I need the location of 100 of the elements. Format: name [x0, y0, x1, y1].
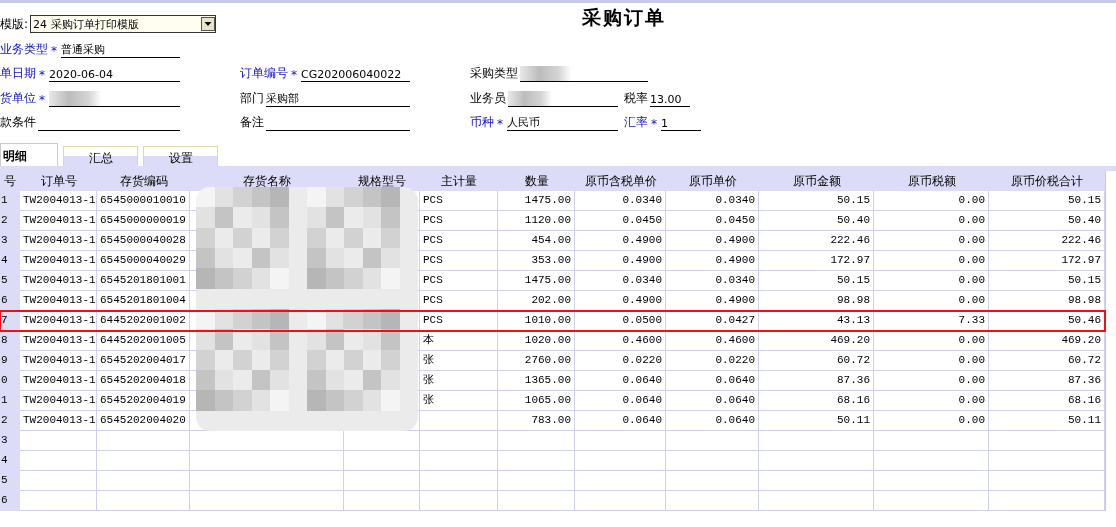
table-cell: 6545201801004 — [97, 291, 190, 311]
column-header[interactable]: 规格型号 — [344, 171, 420, 191]
table-cell: 1365.00 — [498, 371, 575, 391]
column-header[interactable]: 原币含税单价 — [575, 171, 666, 191]
column-header[interactable]: 数量 — [498, 171, 575, 191]
table-cell: 172.97 — [989, 251, 1105, 271]
field-label: 汇率 — [624, 114, 648, 131]
tab[interactable]: 设置 — [143, 146, 218, 166]
required-mark: * — [51, 43, 57, 58]
row-number: 9 — [0, 351, 20, 371]
required-mark: * — [39, 68, 45, 82]
table-cell: 87.36 — [759, 371, 874, 391]
table-cell: TW2004013-1 — [20, 411, 97, 431]
table-cell: 50.15 — [759, 271, 874, 291]
column-header[interactable]: 存货编码 — [97, 171, 190, 191]
column-header[interactable]: 原币价税合计 — [989, 171, 1105, 191]
table-row[interactable]: 5 — [0, 471, 1105, 491]
table-cell: 0.0640 — [666, 371, 759, 391]
table-row[interactable]: 6 — [0, 491, 1105, 511]
input-field[interactable]: 2020-06-04 — [49, 66, 180, 82]
table-cell: 469.20 — [759, 331, 874, 351]
table-cell: 0.0640 — [575, 411, 666, 431]
column-header[interactable]: 主计量 — [420, 171, 498, 191]
table-cell: 0.0427 — [666, 311, 759, 331]
table-cell: 0.0220 — [666, 351, 759, 371]
table-cell: 98.98 — [989, 291, 1105, 311]
table-cell: 0.00 — [874, 211, 989, 231]
table-cell: 0.4900 — [666, 231, 759, 251]
input-field[interactable]: 普通采购 — [61, 41, 180, 58]
table-cell: PCS — [420, 231, 498, 251]
table-cell: 0.4900 — [666, 291, 759, 311]
required-mark: * — [291, 68, 297, 82]
row-number: 4 — [0, 251, 20, 271]
table-cell: 1020.00 — [498, 331, 575, 351]
table-cell: 0.4900 — [666, 251, 759, 271]
row-number: 7 — [0, 311, 20, 331]
table-cell: 张 — [420, 371, 498, 391]
row-number: 3 — [0, 231, 20, 251]
table-cell: 0.0640 — [575, 391, 666, 411]
table-cell: 0.00 — [874, 331, 989, 351]
field-label: 款条件 — [0, 114, 36, 131]
table-row[interactable]: 4 — [0, 451, 1105, 471]
table-cell: 0.4900 — [575, 231, 666, 251]
column-header[interactable]: 原币税额 — [874, 171, 989, 191]
table-cell: 50.11 — [989, 411, 1105, 431]
row-number: 6 — [0, 491, 20, 511]
field-label: 部门 — [240, 89, 264, 107]
table-cell: TW2004013-1 — [20, 231, 97, 251]
column-header[interactable]: 原币单价 — [666, 171, 759, 191]
table-cell: 68.16 — [989, 391, 1105, 411]
table-cell: TW2004013-1 — [20, 251, 97, 271]
tab[interactable]: 明细 — [0, 143, 58, 166]
table-cell: 0.00 — [874, 391, 989, 411]
table-cell: PCS — [420, 291, 498, 311]
field-label: 币种 — [470, 114, 494, 131]
column-header[interactable]: 原币金额 — [759, 171, 874, 191]
row-number: 0 — [0, 371, 20, 391]
table-cell: 0.0450 — [666, 211, 759, 231]
template-label: 模版: — [0, 15, 29, 33]
column-header[interactable]: 订单号 — [20, 171, 97, 191]
table-cell: 50.11 — [759, 411, 874, 431]
table-cell: PCS — [420, 311, 498, 331]
table-cell: 43.13 — [759, 311, 874, 331]
table-cell: 0.0340 — [666, 191, 759, 211]
table-cell: 6545000010010 — [97, 191, 190, 211]
table-cell: 1475.00 — [498, 191, 575, 211]
table-cell: 6545000040028 — [97, 231, 190, 251]
table-cell: 50.15 — [759, 191, 874, 211]
table-cell: 50.46 — [989, 311, 1105, 331]
table-cell: 0.4600 — [575, 331, 666, 351]
table-cell: TW2004013-1 — [20, 271, 97, 291]
table-cell: 783.00 — [498, 411, 575, 431]
table-cell: 本 — [420, 331, 498, 351]
template-dropdown[interactable]: 24 采购订单打印模版 — [30, 15, 217, 33]
column-header[interactable]: 号 — [0, 171, 20, 191]
input-field[interactable]: 采购部 — [266, 90, 410, 107]
column-header[interactable]: 存货名称 — [190, 171, 344, 191]
table-cell: 1475.00 — [498, 271, 575, 291]
input-field[interactable]: 1 — [661, 115, 701, 131]
input-field[interactable]: 人民币 — [507, 115, 618, 131]
required-mark: * — [651, 117, 657, 131]
table-cell: 0.0640 — [666, 411, 759, 431]
table-cell: 6545000040029 — [97, 251, 190, 271]
table-row[interactable]: 7 TW2004013-1 6445202001002 PCS 1010.00 0.0500 0.0427 43.13 7.33 50.46 — [0, 311, 1105, 331]
table-cell: 6545000000019 — [97, 211, 190, 231]
input-field[interactable]: 13.00 — [650, 90, 690, 107]
table-cell: 1010.00 — [498, 311, 575, 331]
table-cell: TW2004013-1 — [20, 291, 97, 311]
tab[interactable]: 汇总 — [63, 146, 138, 166]
table-cell: TW2004013-1 — [20, 391, 97, 411]
table-cell: 6545202004018 — [97, 371, 190, 391]
table-cell: 6545202004017 — [97, 351, 190, 371]
table-cell: 0.00 — [874, 291, 989, 311]
table-cell: 87.36 — [989, 371, 1105, 391]
table-cell: 172.97 — [759, 251, 874, 271]
table-cell: 张 — [420, 391, 498, 411]
table-cell: 0.00 — [874, 351, 989, 371]
table-cell: 0.0450 — [575, 211, 666, 231]
input-field[interactable]: CG202006040022 — [301, 66, 410, 82]
table-cell: 98.98 — [759, 291, 874, 311]
